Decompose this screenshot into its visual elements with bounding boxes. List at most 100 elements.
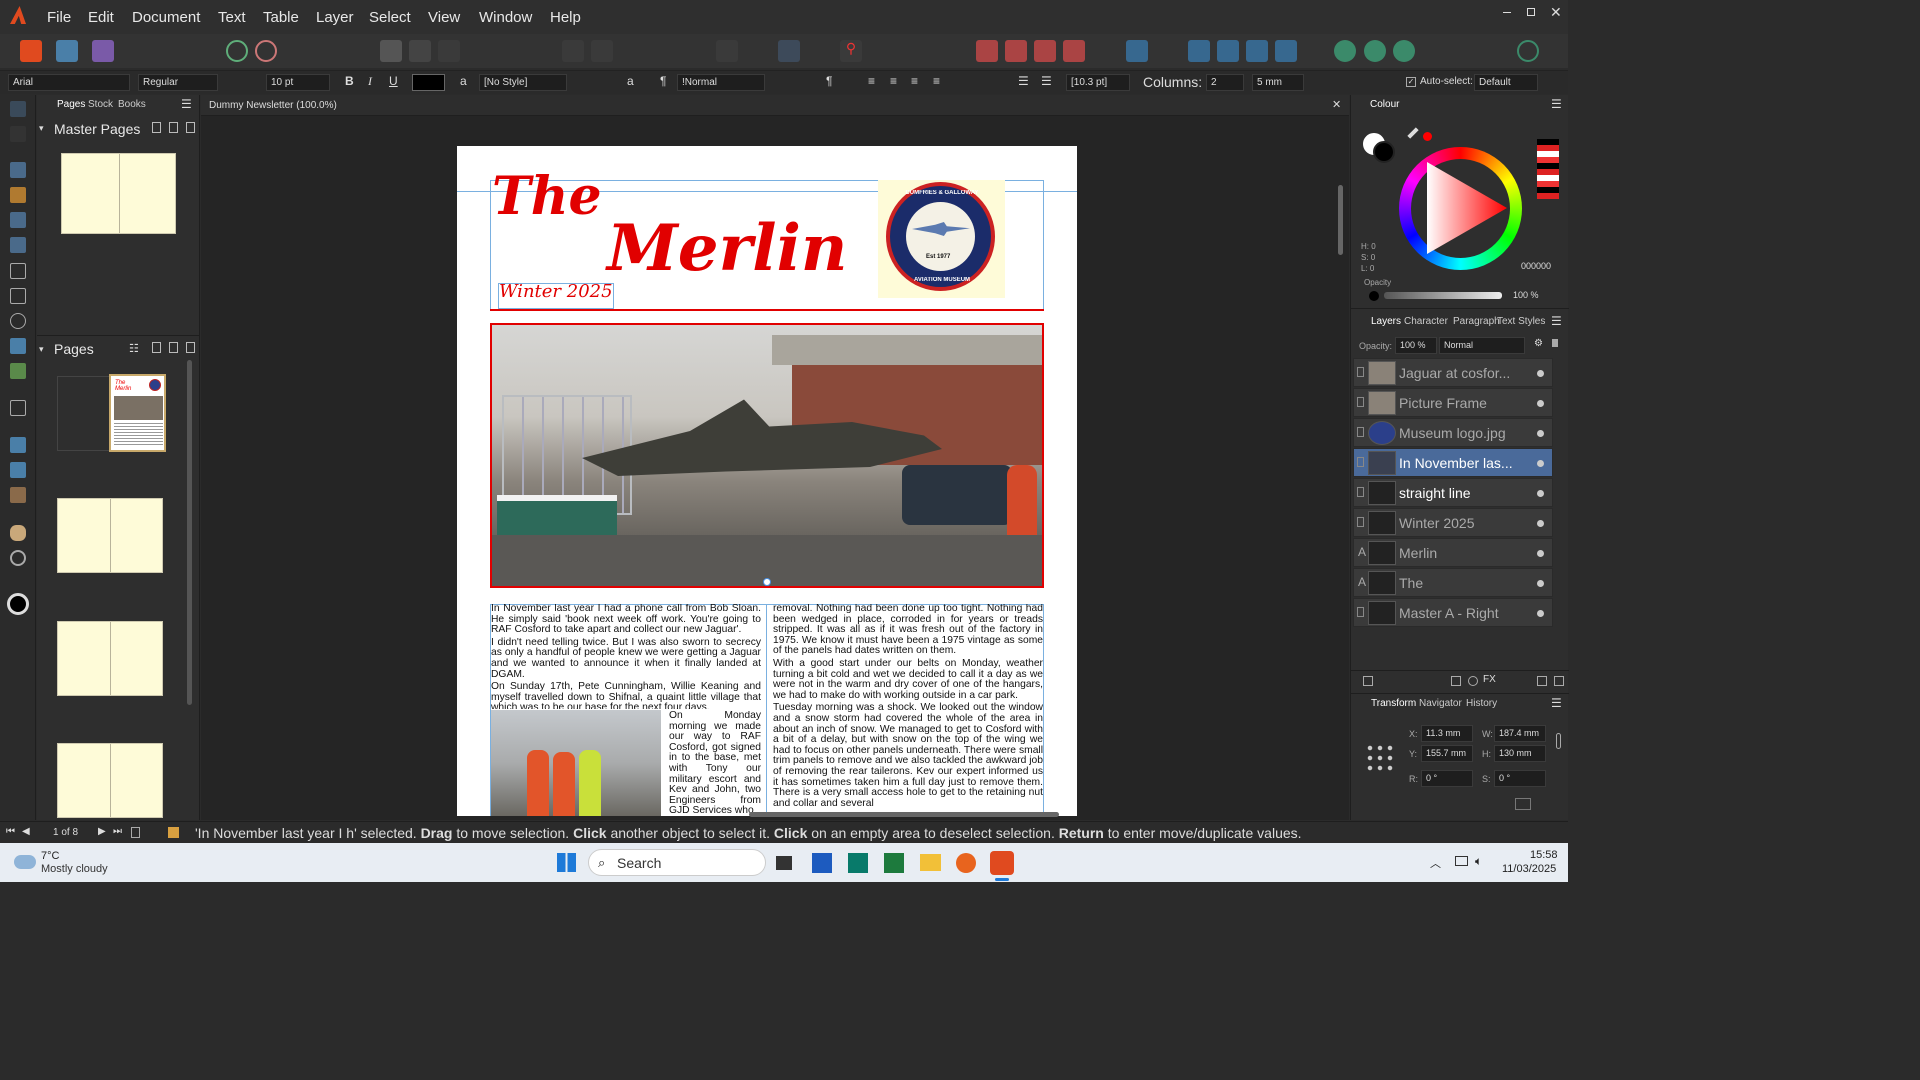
menu-window[interactable]: Window <box>479 9 532 26</box>
zoom-tool-icon[interactable] <box>10 550 26 566</box>
duplicate-master-icon[interactable] <box>169 122 178 133</box>
menu-view[interactable]: View <box>428 9 460 26</box>
pages-scrollbar[interactable] <box>187 360 192 705</box>
word-app-icon[interactable] <box>812 853 832 873</box>
museum-logo[interactable]: DUMFRIES & GALLOWAY Est 1977 AVIATION MU… <box>886 182 995 291</box>
expand-icon[interactable] <box>1357 607 1364 617</box>
picture-frame-tool-icon[interactable] <box>10 288 26 304</box>
clock-date[interactable]: 11/03/2025 <box>1502 863 1556 875</box>
x-field[interactable]: 11.3 mm <box>1421 725 1473 742</box>
expand-icon[interactable] <box>1357 517 1364 527</box>
hex-value[interactable]: 000000 <box>1521 261 1551 271</box>
w-field[interactable]: 187.4 mm <box>1494 725 1546 742</box>
layer-row-the[interactable]: A The <box>1353 568 1553 597</box>
master-pages-chevron-icon[interactable]: ▾ <box>39 123 44 134</box>
view-mode-normal-icon[interactable] <box>380 40 402 62</box>
tab-text-styles[interactable]: Text Styles <box>1497 316 1545 327</box>
h-field[interactable]: 130 mm <box>1494 745 1546 762</box>
masthead-the[interactable]: The <box>492 166 602 227</box>
text-column-1-wrap[interactable]: On Monday morning we made our way to RAF… <box>669 711 761 816</box>
menu-text[interactable]: Text <box>218 9 246 26</box>
pages-chevron-icon[interactable]: ▾ <box>39 344 44 355</box>
fill-tool-icon[interactable] <box>10 437 26 453</box>
paragraph-icon[interactable]: ¶ <box>660 74 666 88</box>
layer-row-jaguar[interactable]: Jaguar at cosfor... <box>1353 358 1553 387</box>
table-tool-icon[interactable] <box>10 187 26 203</box>
bullets-icon[interactable]: ☰ <box>1018 74 1029 88</box>
font-family-select[interactable]: Arial <box>8 74 130 91</box>
account-icon[interactable] <box>1517 40 1539 62</box>
paragraph-mark-icon[interactable]: ¶ <box>826 74 832 88</box>
volume-icon[interactable]: 🔈︎ <box>1475 854 1482 869</box>
taskbar-search[interactable]: ⌕ Search <box>588 849 766 876</box>
leading-field[interactable]: [10.3 pt] <box>1066 74 1130 91</box>
menu-file[interactable]: File <box>47 9 71 26</box>
tab-pages[interactable]: Pages <box>57 99 85 110</box>
inset-photo-engineers[interactable] <box>491 710 661 816</box>
visibility-icon[interactable] <box>1537 370 1544 377</box>
bold-button[interactable]: B <box>345 74 354 88</box>
affinity-publisher-taskbar-icon[interactable] <box>990 851 1014 875</box>
file-explorer-icon[interactable] <box>920 854 941 871</box>
italic-button[interactable]: I <box>368 74 372 89</box>
master-page-thumbnail[interactable] <box>61 153 176 234</box>
columns-field[interactable]: 2 <box>1206 74 1244 91</box>
shear-field[interactable]: 0 ° <box>1494 770 1546 787</box>
text-wrap-icon[interactable] <box>591 40 613 62</box>
preview-icon[interactable] <box>716 40 738 62</box>
persona-designer-icon[interactable] <box>56 40 78 62</box>
page-2-3-thumbnail[interactable] <box>57 498 163 573</box>
page-1-thumbnail[interactable]: The Merlin <box>109 374 166 452</box>
weather-cloud-icon[interactable] <box>14 855 36 869</box>
layer-settings-gear-icon[interactable]: ⚙ <box>1534 338 1543 349</box>
layer-fx-icon[interactable]: FX <box>1483 674 1496 685</box>
persona-publisher-icon[interactable] <box>20 40 42 62</box>
arrange-backward-icon[interactable] <box>1005 40 1027 62</box>
issue-subtitle[interactable]: Winter 2025 <box>499 281 613 302</box>
page-4-5-thumbnail[interactable] <box>57 621 163 696</box>
weather-temp[interactable]: 7°C <box>41 850 59 862</box>
settings-gear-icon[interactable] <box>226 40 248 62</box>
anchor-grid[interactable] <box>1365 743 1395 773</box>
text-background-icon[interactable]: a <box>460 74 467 88</box>
prev-page-icon[interactable]: ◀ <box>22 826 30 837</box>
text-column-2[interactable]: removal. Nothing had been done up too ti… <box>773 604 1043 816</box>
underline-button[interactable]: U <box>389 74 398 88</box>
expand-icon[interactable] <box>1357 427 1364 437</box>
visibility-icon[interactable] <box>1537 580 1544 587</box>
header-rule-line[interactable] <box>490 309 1044 311</box>
excel-app-icon[interactable] <box>884 853 904 873</box>
network-icon[interactable] <box>1455 856 1468 866</box>
autoselect-checkbox[interactable]: ✓ <box>1406 77 1416 87</box>
layer-opacity-field[interactable]: 100 % <box>1395 337 1437 354</box>
autoselect-select[interactable]: Default <box>1474 74 1538 91</box>
visibility-icon[interactable] <box>1537 400 1544 407</box>
vertical-scrollbar[interactable] <box>1338 185 1343 255</box>
menu-help[interactable]: Help <box>550 9 581 26</box>
font-size-field[interactable]: 10 pt <box>266 74 330 91</box>
layer-mask-icon[interactable] <box>1451 676 1461 686</box>
layer-row-museum-logo[interactable]: Museum logo.jpg <box>1353 418 1553 447</box>
rotate-right-icon[interactable] <box>1275 40 1297 62</box>
visibility-icon[interactable] <box>1537 490 1544 497</box>
hand-tool-icon[interactable] <box>10 525 26 541</box>
arrange-forward-icon[interactable] <box>1034 40 1056 62</box>
photo-bottom-handle[interactable] <box>763 578 771 586</box>
visibility-icon[interactable] <box>1537 550 1544 557</box>
layer-lock-icon[interactable] <box>1552 339 1558 347</box>
tab-colour[interactable]: Colour <box>1370 99 1399 110</box>
text-column-1-top[interactable]: In November last year I had a phone call… <box>491 604 761 709</box>
font-style-select[interactable]: Regular <box>138 74 218 91</box>
tab-layers[interactable]: Layers <box>1371 316 1401 327</box>
snapping-icon[interactable]: ⚲ <box>840 40 862 62</box>
delete-master-icon[interactable] <box>186 122 195 133</box>
gutter-field[interactable]: 5 mm <box>1252 74 1304 91</box>
clock-time[interactable]: 15:58 <box>1530 849 1558 861</box>
swatch-grid[interactable] <box>1537 139 1559 199</box>
place-image-tool-icon[interactable] <box>10 338 26 354</box>
expand-icon[interactable] <box>1357 457 1364 467</box>
y-field[interactable]: 155.7 mm <box>1421 745 1473 762</box>
align-left-icon[interactable]: ≡ <box>868 74 875 88</box>
opacity-slider[interactable] <box>1384 292 1502 299</box>
tab-paragraph[interactable]: Paragraph <box>1453 316 1500 327</box>
